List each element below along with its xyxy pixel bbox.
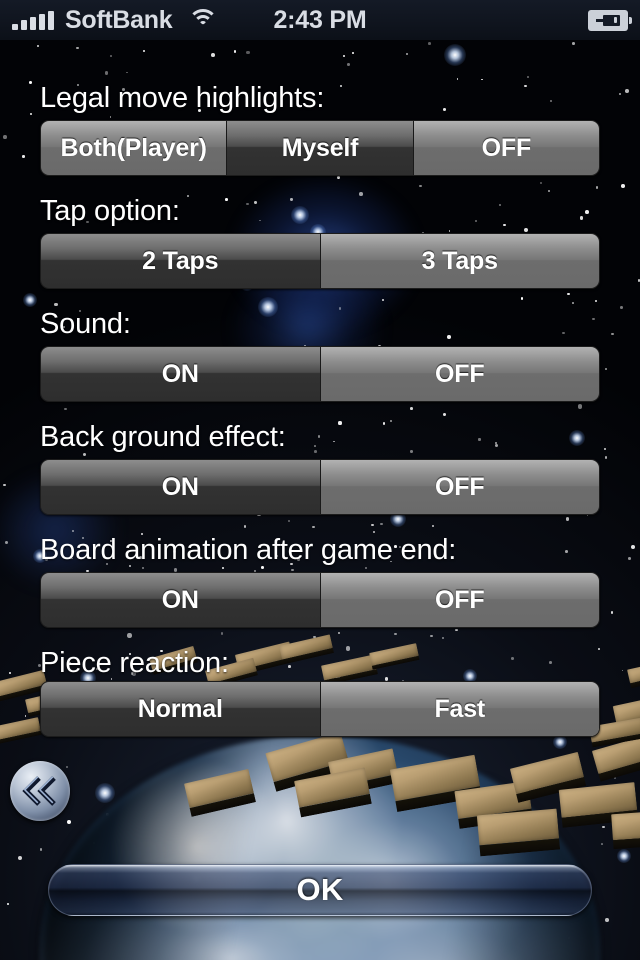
segment-board-animation-after-game-end-0[interactable]: ON — [41, 573, 321, 627]
status-bar: SoftBank 2:43 PM — [0, 0, 640, 40]
segment-legal-move-highlights-1[interactable]: Myself — [227, 121, 414, 175]
setting-label-legal-move-highlights: Legal move highlights: — [40, 82, 325, 114]
segment-piece-reaction-1[interactable]: Fast — [320, 682, 599, 736]
segment-sound-0[interactable]: ON — [41, 347, 321, 401]
back-button[interactable] — [10, 761, 70, 821]
plug-glyph — [596, 14, 620, 26]
segment-sound-1[interactable]: OFF — [320, 347, 599, 401]
segmented-control-legal-move-highlights[interactable]: Both(Player) Myself OFF — [40, 120, 600, 176]
status-bar-clock: 2:43 PM — [273, 5, 367, 34]
setting-label-back-ground-effect: Back ground effect: — [40, 421, 286, 453]
settings-screen: Legal move highlights: Both(Player) Myself… — [0, 0, 640, 960]
segmented-control-sound[interactable]: ON OFF — [40, 346, 600, 402]
segment-legal-move-highlights-0[interactable]: Both(Player) — [41, 121, 228, 175]
setting-label-piece-reaction: Piece reaction: — [40, 647, 229, 679]
segment-board-animation-after-game-end-1[interactable]: OFF — [320, 573, 599, 627]
segmented-control-back-ground-effect[interactable]: ON OFF — [40, 459, 600, 515]
segment-back-ground-effect-1[interactable]: OFF — [320, 460, 599, 514]
segment-tap-option-1[interactable]: 3 Taps — [320, 234, 599, 288]
ok-button-label: OK — [296, 872, 344, 907]
segment-legal-move-highlights-2[interactable]: OFF — [413, 121, 599, 175]
double-chevron-left-icon — [20, 774, 60, 808]
segmented-control-board-animation-after-game-end[interactable]: ON OFF — [40, 572, 600, 628]
setting-label-sound: Sound: — [40, 308, 131, 340]
segmented-control-piece-reaction[interactable]: Normal Fast — [40, 681, 600, 737]
segment-tap-option-0[interactable]: 2 Taps — [41, 234, 321, 288]
segment-back-ground-effect-0[interactable]: ON — [41, 460, 321, 514]
battery-charging-icon — [588, 9, 632, 31]
setting-label-board-animation-after-game-end: Board animation after game end: — [40, 534, 457, 566]
setting-label-tap-option: Tap option: — [40, 195, 180, 227]
ok-button[interactable]: OK — [48, 864, 592, 916]
segment-piece-reaction-0[interactable]: Normal — [41, 682, 321, 736]
segmented-control-tap-option[interactable]: 2 Taps 3 Taps — [40, 233, 600, 289]
